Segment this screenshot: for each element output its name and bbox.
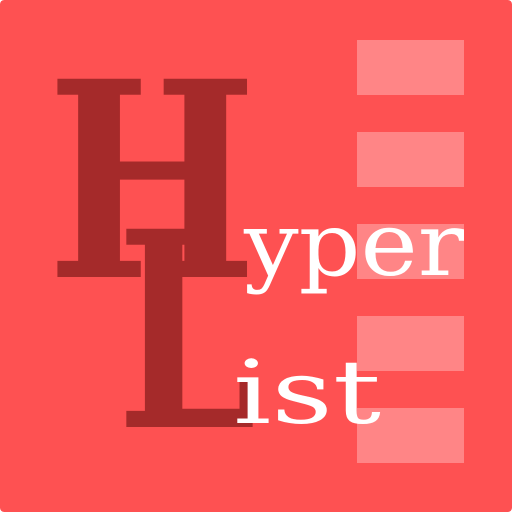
list-stripe-2 — [357, 132, 464, 187]
logo-word-ist: ist — [233, 341, 381, 444]
hyperlist-logo: H L yper ist — [0, 0, 512, 512]
logo-big-l: L — [117, 173, 257, 492]
logo-word-yper: yper — [243, 193, 465, 296]
logo-canvas: H L yper ist — [0, 0, 512, 512]
list-stripe-1 — [357, 40, 464, 95]
